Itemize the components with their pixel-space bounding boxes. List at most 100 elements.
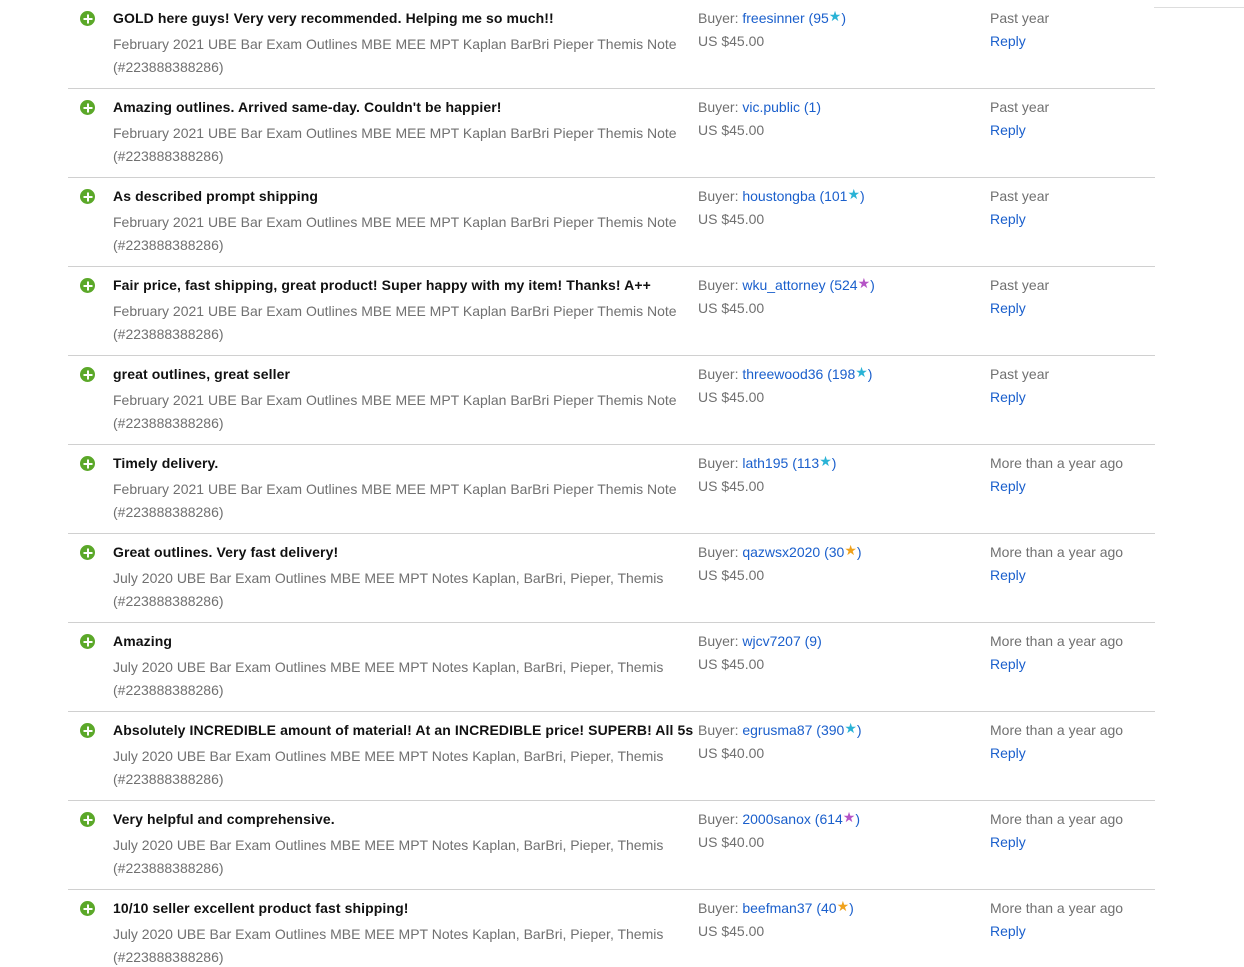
feedback-row: Very helpful and comprehensive. July 202… xyxy=(68,801,1155,890)
positive-feedback-icon xyxy=(80,367,95,382)
item-price: US $45.00 xyxy=(698,923,765,939)
star-icon: ★ xyxy=(836,898,850,914)
feedback-row: Amazing outlines. Arrived same-day. Coul… xyxy=(68,89,1155,178)
buyer-label: Buyer: xyxy=(698,544,739,560)
positive-feedback-icon xyxy=(80,901,95,916)
score-close-paren: ) xyxy=(841,10,846,26)
star-icon: ★ xyxy=(842,809,856,825)
buyer-info: Buyer: houstongba (101★) xyxy=(698,186,865,205)
buyer-name-link[interactable]: beefman37 xyxy=(742,900,812,916)
buyer-name-link[interactable]: freesinner xyxy=(742,10,804,26)
feedback-comment: Very helpful and comprehensive. xyxy=(113,811,335,827)
buyer-label: Buyer: xyxy=(698,722,739,738)
item-title: February 2021 UBE Bar Exam Outlines MBE … xyxy=(113,303,677,342)
feedback-comment: 10/10 seller excellent product fast ship… xyxy=(113,900,409,916)
item-price: US $45.00 xyxy=(698,656,765,672)
buyer-score: (40★) xyxy=(816,898,853,916)
item-price: US $40.00 xyxy=(698,745,765,761)
feedback-time: More than a year ago xyxy=(990,544,1124,560)
buyer-score: (9) xyxy=(805,633,822,649)
star-icon: ★ xyxy=(844,720,857,736)
score-close-paren: ) xyxy=(855,811,861,827)
score-close-paren: ) xyxy=(831,455,837,471)
buyer-score-value: 95 xyxy=(813,10,829,26)
buyer-name-link[interactable]: 2000sanox xyxy=(742,811,811,827)
feedback-comment: As described prompt shipping xyxy=(113,188,319,204)
buyer-info: Buyer: vic.public (1) xyxy=(698,99,821,115)
reply-link[interactable]: Reply xyxy=(990,33,1026,49)
item-price: US $45.00 xyxy=(698,300,765,316)
buyer-label: Buyer: xyxy=(698,99,739,115)
feedback-row: 10/10 seller excellent product fast ship… xyxy=(68,890,1155,967)
buyer-name-link[interactable]: lath195 xyxy=(742,455,788,471)
buyer-info: Buyer: freesinner (95★) xyxy=(698,8,846,27)
item-title: February 2021 UBE Bar Exam Outlines MBE … xyxy=(113,392,677,431)
buyer-name-link[interactable]: wku_attorney xyxy=(742,277,825,293)
feedback-row: Absolutely INCREDIBLE amount of material… xyxy=(68,712,1155,801)
score-close-paren: ) xyxy=(870,277,875,293)
feedback-time: More than a year ago xyxy=(990,811,1124,827)
positive-feedback-icon xyxy=(80,545,95,560)
feedback-comment: GOLD here guys! Very very recommended. H… xyxy=(113,10,554,26)
positive-feedback-icon xyxy=(80,634,95,649)
buyer-name-link[interactable]: wjcv7207 xyxy=(742,633,800,649)
buyer-score: (95★) xyxy=(809,8,846,26)
star-icon: ★ xyxy=(855,364,868,380)
item-title: July 2020 UBE Bar Exam Outlines MBE MEE … xyxy=(113,926,664,965)
buyer-label: Buyer: xyxy=(698,10,739,26)
buyer-info: Buyer: 2000sanox (614★) xyxy=(698,809,861,828)
buyer-score-value: 198 xyxy=(831,366,856,382)
item-title: February 2021 UBE Bar Exam Outlines MBE … xyxy=(113,214,677,253)
buyer-score-value: 614 xyxy=(819,811,843,827)
reply-link[interactable]: Reply xyxy=(990,300,1026,316)
score-close-paren: ) xyxy=(849,900,854,916)
feedback-time: Past year xyxy=(990,188,1050,204)
item-title: July 2020 UBE Bar Exam Outlines MBE MEE … xyxy=(113,659,664,698)
buyer-name-link[interactable]: houstongba xyxy=(742,188,815,204)
reply-link[interactable]: Reply xyxy=(990,923,1026,939)
reply-link[interactable]: Reply xyxy=(990,211,1026,227)
buyer-score: (198★) xyxy=(827,364,872,382)
reply-link[interactable]: Reply xyxy=(990,122,1026,138)
reply-link[interactable]: Reply xyxy=(990,478,1026,494)
buyer-name-link[interactable]: qazwsx2020 xyxy=(742,544,820,560)
feedback-time: More than a year ago xyxy=(990,900,1124,916)
feedback-list: GOLD here guys! Very very recommended. H… xyxy=(68,0,1155,967)
item-price: US $45.00 xyxy=(698,478,765,494)
buyer-score: (1) xyxy=(804,99,821,115)
positive-feedback-icon xyxy=(80,100,95,115)
feedback-comment: Timely delivery. xyxy=(113,455,219,471)
positive-feedback-icon xyxy=(80,456,95,471)
buyer-label: Buyer: xyxy=(698,366,739,382)
feedback-time: Past year xyxy=(990,10,1050,26)
reply-link[interactable]: Reply xyxy=(990,656,1026,672)
top-divider xyxy=(1154,7,1244,8)
feedback-comment: Amazing outlines. Arrived same-day. Coul… xyxy=(113,99,502,115)
buyer-label: Buyer: xyxy=(698,188,739,204)
score-close-paren: ) xyxy=(816,99,821,115)
buyer-info: Buyer: threewood36 (198★) xyxy=(698,364,872,383)
positive-feedback-icon xyxy=(80,723,95,738)
reply-link[interactable]: Reply xyxy=(990,834,1026,850)
reply-link[interactable]: Reply xyxy=(990,389,1026,405)
feedback-time: More than a year ago xyxy=(990,722,1124,738)
buyer-info: Buyer: wjcv7207 (9) xyxy=(698,633,822,649)
reply-link[interactable]: Reply xyxy=(990,567,1026,583)
buyer-label: Buyer: xyxy=(698,277,739,293)
item-title: February 2021 UBE Bar Exam Outlines MBE … xyxy=(113,36,677,75)
buyer-label: Buyer: xyxy=(698,455,739,471)
item-price: US $45.00 xyxy=(698,567,765,583)
buyer-score: (524★) xyxy=(830,275,875,293)
buyer-name-link[interactable]: vic.public xyxy=(742,99,800,115)
item-price: US $40.00 xyxy=(698,834,765,850)
item-price: US $45.00 xyxy=(698,211,765,227)
reply-link[interactable]: Reply xyxy=(990,745,1026,761)
buyer-name-link[interactable]: threewood36 xyxy=(742,366,823,382)
buyer-name-link[interactable]: egrusma87 xyxy=(742,722,812,738)
buyer-score: (390★) xyxy=(816,720,861,738)
feedback-row: great outlines, great seller February 20… xyxy=(68,356,1155,445)
item-price: US $45.00 xyxy=(698,389,765,405)
buyer-label: Buyer: xyxy=(698,900,739,916)
buyer-score-value: 390 xyxy=(820,722,845,738)
buyer-label: Buyer: xyxy=(698,633,739,649)
